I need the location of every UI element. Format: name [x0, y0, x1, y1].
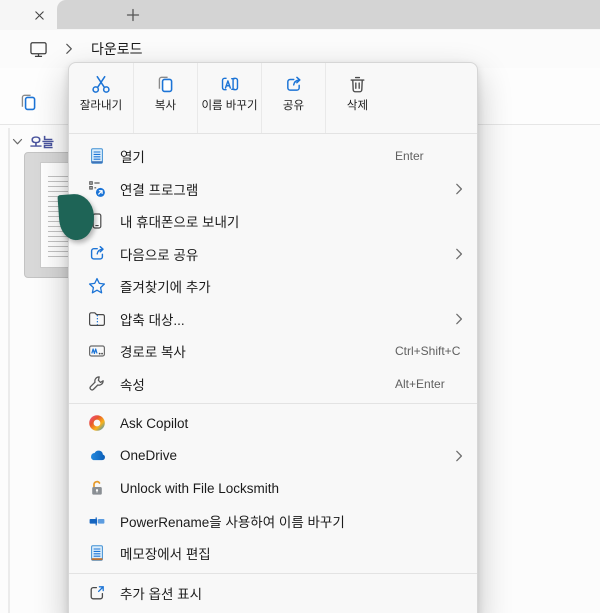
menu-item-label: 속성 — [120, 374, 145, 394]
wrench-icon — [87, 374, 107, 394]
menu-item-label: 연결 프로그램 — [120, 179, 198, 199]
plus-icon — [126, 8, 140, 22]
menu-item-open-with[interactable]: 연결 프로그램 — [69, 173, 477, 206]
menu-item-add-to-favorites[interactable]: 즐겨찾기에 추가 — [69, 270, 477, 303]
command-delete-button[interactable]: 삭제 — [325, 63, 389, 133]
more-options-icon — [87, 583, 107, 603]
submenu-chevron-icon — [455, 247, 463, 260]
copilot-icon — [87, 413, 107, 433]
menu-item-compress-to[interactable]: 압축 대상... — [69, 303, 477, 336]
command-label: 삭제 — [329, 100, 387, 113]
quick-command-row: 잘라내기 복사 이름 바꾸기 공유 삭제 — [69, 63, 477, 134]
command-label: 공유 — [265, 100, 323, 113]
trash-icon — [347, 72, 368, 96]
copy-icon — [18, 92, 39, 113]
copy-icon — [155, 72, 176, 96]
submenu-chevron-icon — [455, 312, 463, 325]
menu-item-label: 압축 대상... — [120, 309, 185, 329]
menu-item-properties[interactable]: 속성 Alt+Enter — [69, 368, 477, 401]
group-label: 오늘 — [30, 132, 54, 151]
rename-icon — [219, 72, 241, 96]
monitor-icon[interactable] — [28, 39, 49, 60]
command-label: 이름 바꾸기 — [201, 100, 259, 113]
menu-item-file-locksmith[interactable]: Unlock with File Locksmith — [69, 472, 477, 505]
open-with-icon — [87, 179, 107, 199]
menu-item-edit-in-notepad[interactable]: 메모장에서 편집 — [69, 537, 477, 570]
powerrename-icon — [87, 511, 107, 531]
submenu-chevron-icon — [455, 449, 463, 462]
new-tab-button[interactable] — [125, 7, 141, 23]
menu-item-copy-as-path[interactable]: 경로로 복사 Ctrl+Shift+C — [69, 335, 477, 368]
menu-item-label: Ask Copilot — [120, 416, 188, 431]
menu-item-label: PowerRename을 사용하여 이름 바꾸기 — [120, 511, 345, 531]
menu-item-label: Unlock with File Locksmith — [120, 481, 279, 496]
tab-bar-background — [57, 0, 600, 29]
breadcrumb-location[interactable]: 다운로드 — [91, 39, 143, 59]
menu-item-open[interactable]: 열기 Enter — [69, 140, 477, 173]
padlock-icon — [87, 478, 107, 498]
command-label: 잘라내기 — [72, 100, 130, 113]
chevron-down-icon — [12, 138, 23, 146]
menu-item-powerrename[interactable]: PowerRename을 사용하여 이름 바꾸기 — [69, 505, 477, 538]
tab-close-button[interactable] — [31, 7, 47, 23]
menu-item-label: OneDrive — [120, 448, 177, 463]
pane-divider — [8, 128, 10, 613]
group-header-today[interactable]: 오늘 — [12, 132, 54, 151]
path-icon — [87, 341, 107, 361]
menu-item-shortcut: Ctrl+Shift+C — [395, 344, 460, 358]
menu-item-share-with[interactable]: 다음으로 공유 — [69, 238, 477, 271]
menu-item-shortcut: Enter — [395, 149, 424, 163]
chevron-right-icon — [65, 43, 73, 55]
tab-bar — [0, 0, 600, 30]
tab-downloads[interactable] — [0, 0, 57, 30]
menu-separator — [69, 403, 477, 404]
share-icon — [87, 244, 107, 264]
notepad-icon — [87, 146, 107, 166]
onedrive-icon — [87, 446, 107, 466]
menu-item-send-to-phone[interactable]: 내 휴대폰으로 보내기 — [69, 205, 477, 238]
menu-item-label: 경로로 복사 — [120, 341, 186, 361]
command-label: 복사 — [137, 100, 195, 113]
command-share-button[interactable]: 공유 — [261, 63, 325, 133]
notepad-edit-icon — [87, 543, 107, 563]
close-icon — [34, 10, 45, 21]
menu-item-onedrive[interactable]: OneDrive — [69, 440, 477, 473]
toolbar-copy-button[interactable] — [18, 92, 39, 113]
command-copy-button[interactable]: 복사 — [133, 63, 197, 133]
share-icon — [283, 72, 304, 96]
menu-item-label: 메모장에서 편집 — [120, 543, 211, 563]
menu-item-ask-copilot[interactable]: Ask Copilot — [69, 407, 477, 440]
menu-separator — [69, 573, 477, 574]
menu-item-show-more-options[interactable]: 추가 옵션 표시 — [69, 577, 477, 610]
menu-item-label: 열기 — [120, 146, 145, 166]
submenu-chevron-icon — [455, 182, 463, 195]
star-icon — [87, 276, 107, 296]
menu-item-label: 즐겨찾기에 추가 — [120, 276, 211, 296]
menu-item-label: 다음으로 공유 — [120, 244, 198, 264]
file-explorer-window: 다운로드 오늘 잘라내기 복사 이름 바꾸기 공유 삭제 열기 Enter 연결 프로그램내… — [0, 0, 600, 613]
scissors-icon — [90, 72, 112, 96]
context-menu: 잘라내기 복사 이름 바꾸기 공유 삭제 열기 Enter 연결 프로그램내 휴대폰으로 보… — [68, 62, 478, 613]
menu-item-label: 추가 옵션 표시 — [120, 583, 202, 603]
zip-folder-icon — [87, 309, 107, 329]
command-cut-button[interactable]: 잘라내기 — [69, 63, 133, 133]
menu-item-label: 내 휴대폰으로 보내기 — [120, 211, 239, 231]
menu-item-shortcut: Alt+Enter — [395, 377, 445, 391]
command-rename-button[interactable]: 이름 바꾸기 — [197, 63, 261, 133]
menu-item-list: 열기 Enter 연결 프로그램내 휴대폰으로 보내기다음으로 공유즐겨찾기에 추가… — [69, 134, 477, 609]
